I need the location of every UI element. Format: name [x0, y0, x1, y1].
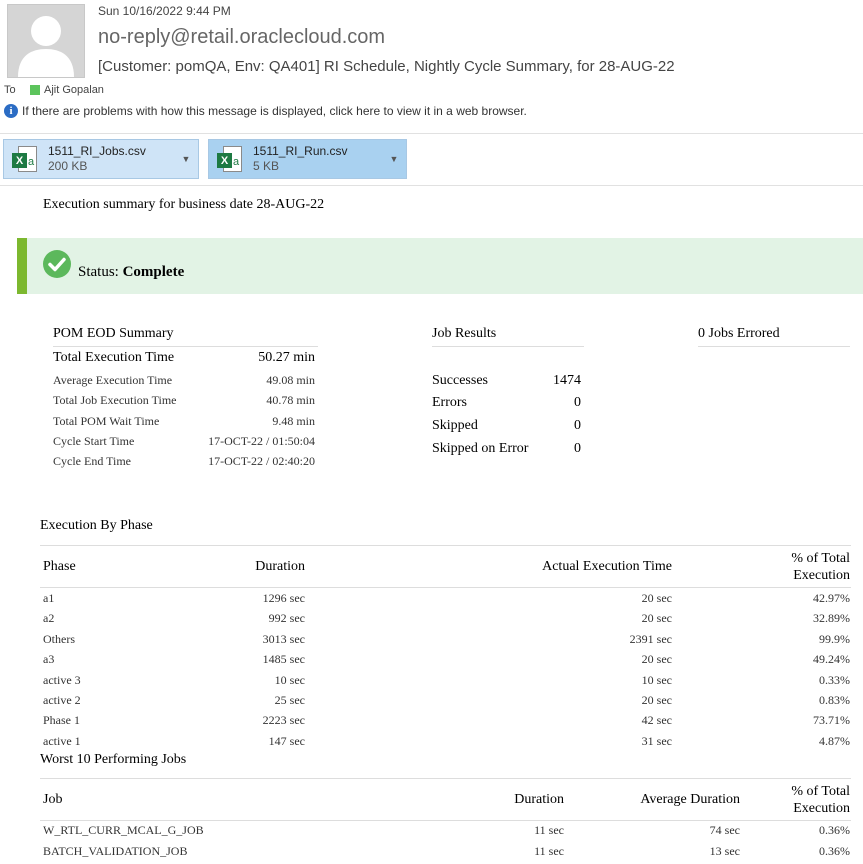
pct-cell: 99.9% [819, 631, 850, 646]
attachment-jobs-csv[interactable]: Xa 1511_RI_Jobs.csv 200 KB ▼ [3, 139, 199, 179]
pct-cell: 49.24% [813, 652, 850, 667]
to-label: To [4, 84, 16, 96]
actual-cell: 20 sec [641, 652, 672, 667]
sender-avatar [7, 4, 85, 78]
sent-date: Sun 10/16/2022 9:44 PM [98, 4, 231, 18]
execution-summary-heading: Execution summary for business date 28-A… [43, 197, 325, 212]
duration-cell: 11 sec [534, 823, 564, 837]
phase-cell: a2 [43, 611, 55, 626]
status-text: Status: Complete [78, 264, 184, 281]
pom-summary-underline [53, 346, 318, 347]
pom-row-job-exec: Total Job Execution Time 40.78 min [53, 393, 315, 407]
duration-cell: 10 sec [274, 672, 305, 687]
person-icon [18, 16, 74, 77]
phase-col-header: Phase [43, 559, 76, 574]
attachments-divider [0, 185, 863, 186]
info-icon: i [4, 104, 18, 118]
phase-cell: active 2 [43, 693, 81, 707]
phase-table-title: Execution By Phase [40, 518, 153, 533]
duration-cell: 2223 sec [262, 713, 305, 728]
job-result-errors: Errors 0 [432, 395, 581, 410]
job-results-underline [432, 346, 584, 347]
pct-cell: 0.36% [819, 844, 850, 858]
job-cell: BATCH_VALIDATION_JOB [43, 844, 188, 858]
phase-cell: active 1 [43, 733, 81, 748]
status-label: Status: [78, 264, 119, 280]
worst-pct-col-header: % of Total Execution [791, 784, 850, 816]
worst-duration-col-header: Duration [514, 792, 564, 807]
duration-col-header: Duration [255, 559, 305, 574]
pct-cell: 0.33% [819, 672, 850, 687]
phase-table-top-rule [40, 545, 851, 546]
pom-row-start: Cycle Start Time 17-OCT-22 / 01:50:04 [53, 434, 315, 448]
job-result-successes: Successes 1474 [432, 373, 581, 388]
actual-cell: 20 sec [641, 611, 672, 626]
pom-row-end: Cycle End Time 17-OCT-22 / 02:40:20 [53, 454, 315, 468]
jobs-errored-underline [698, 346, 850, 347]
sender-address[interactable]: no-reply@retail.oraclecloud.com [98, 26, 385, 49]
job-result-skipped-on-error: Skipped on Error 0 [432, 441, 581, 456]
actual-cell: 2391 sec [629, 631, 672, 646]
pct-cell: 0.83% [819, 693, 850, 707]
actual-cell: 10 sec [641, 672, 672, 687]
presence-icon [30, 85, 40, 95]
duration-cell: 25 sec [274, 693, 305, 707]
job-result-skipped: Skipped 0 [432, 418, 581, 433]
attachment-name: 1511_RI_Run.csv [253, 144, 348, 158]
pct-cell: 32.89% [813, 611, 850, 626]
worst-table-header-rule [40, 820, 851, 821]
chevron-down-icon[interactable]: ▼ [173, 154, 198, 164]
duration-cell: 1485 sec [262, 652, 305, 667]
duration-cell: 147 sec [268, 733, 305, 748]
header-divider [0, 133, 863, 134]
phase-cell: a3 [43, 652, 55, 667]
duration-cell: 1296 sec [262, 591, 305, 605]
actual-cell: 20 sec [641, 693, 672, 707]
recipient-name: Ajit Gopalan [44, 84, 104, 96]
actual-col-header: Actual Execution Time [542, 559, 672, 574]
excel-icon: Xa [217, 144, 243, 174]
chevron-down-icon[interactable]: ▼ [381, 154, 406, 164]
phase-cell: Phase 1 [43, 713, 80, 728]
actual-cell: 20 sec [641, 591, 672, 605]
actual-cell: 42 sec [641, 713, 672, 728]
phase-cell: active 3 [43, 672, 81, 687]
recipient[interactable]: Ajit Gopalan [30, 84, 104, 96]
pom-row-total-exec: Total Execution Time 50.27 min [53, 350, 315, 365]
duration-cell: 11 sec [534, 844, 564, 858]
attachment-size: 200 KB [48, 159, 88, 173]
phase-cell: Others [43, 631, 75, 646]
excel-icon: Xa [12, 144, 38, 174]
pom-row-wait: Total POM Wait Time 9.48 min [53, 414, 315, 428]
browser-view-notice[interactable]: i If there are problems with how this me… [4, 104, 527, 118]
browser-view-notice-text: If there are problems with how this mess… [22, 104, 527, 118]
pct-cell: 0.36% [819, 823, 850, 837]
email-subject: [Customer: pomQA, Env: QA401] RI Schedul… [98, 58, 675, 75]
jobs-errored-title: 0 Jobs Errored [698, 326, 780, 341]
job-cell: W_RTL_CURR_MCAL_G_JOB [43, 823, 204, 837]
check-circle-icon [43, 250, 71, 278]
phase-table-header-rule [40, 587, 851, 588]
job-col-header: Job [43, 792, 63, 807]
attachment-size: 5 KB [253, 159, 280, 173]
pct-cell: 42.97% [813, 591, 850, 605]
attachment-run-csv[interactable]: Xa 1511_RI_Run.csv 5 KB ▼ [208, 139, 407, 179]
worst-jobs-title: Worst 10 Performing Jobs [40, 752, 187, 767]
pom-row-avg-exec: Average Execution Time 49.08 min [53, 373, 315, 387]
actual-cell: 31 sec [641, 733, 672, 748]
phase-cell: a1 [43, 591, 55, 605]
status-value: Complete [122, 264, 185, 280]
pct-cell: 73.71% [813, 713, 850, 728]
duration-cell: 3013 sec [262, 631, 305, 646]
duration-cell: 992 sec [268, 611, 305, 626]
pom-summary-title: POM EOD Summary [53, 326, 174, 341]
job-results-title: Job Results [432, 326, 497, 341]
pct-cell: 4.87% [819, 733, 850, 748]
pct-col-header: % of Total Execution [791, 551, 850, 583]
worst-table-top-rule [40, 778, 851, 779]
attachment-name: 1511_RI_Jobs.csv [48, 144, 146, 158]
